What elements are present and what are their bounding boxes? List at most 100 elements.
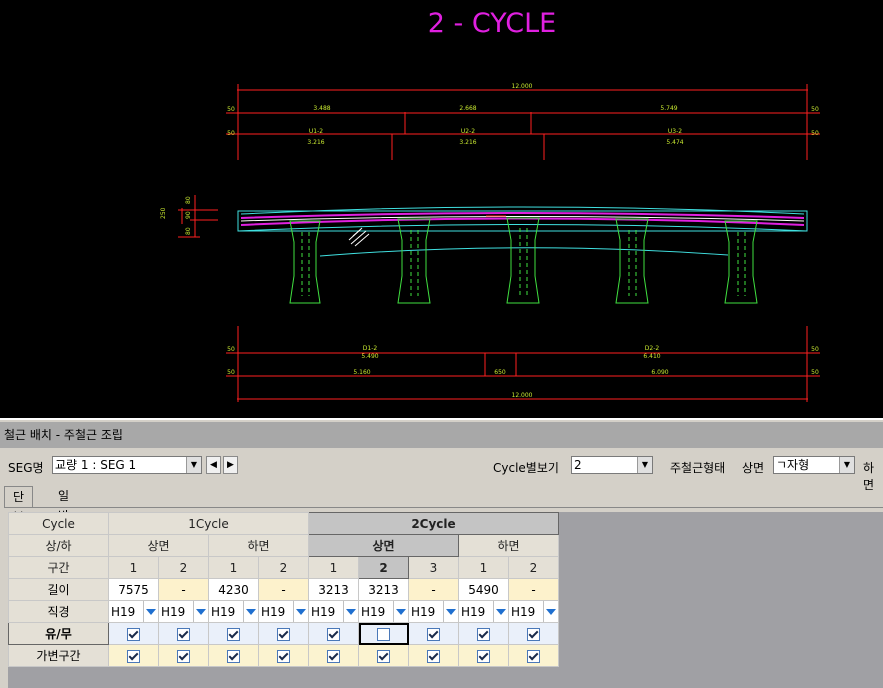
variable-section-cell[interactable] bbox=[508, 644, 559, 667]
dim-top-row1-1: 3.488 bbox=[313, 105, 330, 112]
dropdown-arrow-icon[interactable] bbox=[293, 601, 308, 622]
exists-cell[interactable] bbox=[258, 622, 309, 645]
variable-section-checkbox[interactable] bbox=[427, 649, 440, 663]
diameter-cell[interactable]: H19 bbox=[358, 600, 409, 623]
exists-checkbox[interactable] bbox=[427, 627, 440, 641]
exists-cell[interactable] bbox=[458, 622, 509, 645]
row-header-exists: 유/무 bbox=[8, 622, 109, 645]
row-header-face: 상/하 bbox=[8, 534, 109, 557]
exists-cell[interactable] bbox=[508, 622, 559, 645]
diameter-cell[interactable]: H19 bbox=[208, 600, 259, 623]
variable-section-cell[interactable] bbox=[458, 644, 509, 667]
variable-section-cell[interactable] bbox=[258, 644, 309, 667]
variable-section-cell[interactable] bbox=[408, 644, 459, 667]
dim-u1-name: U1-2 bbox=[309, 128, 323, 135]
chevron-down-icon[interactable]: ▼ bbox=[839, 457, 854, 473]
dim-top-row1-0: 50 bbox=[227, 106, 235, 113]
dropdown-arrow-icon[interactable] bbox=[443, 601, 458, 622]
section-header: 3 bbox=[408, 556, 459, 579]
length-cell[interactable]: 3213 bbox=[308, 578, 359, 601]
section-header: 1 bbox=[108, 556, 159, 579]
exists-checkbox[interactable] bbox=[527, 627, 540, 641]
row-header-length: 길이 bbox=[8, 578, 109, 601]
diameter-cell[interactable]: H19 bbox=[408, 600, 459, 623]
length-cell[interactable]: - bbox=[258, 578, 309, 601]
variable-section-checkbox[interactable] bbox=[127, 649, 140, 663]
exists-cell[interactable] bbox=[108, 622, 159, 645]
exists-checkbox[interactable] bbox=[277, 627, 290, 641]
section-header: 2 bbox=[358, 556, 409, 579]
row-header-section: 구간 bbox=[8, 556, 109, 579]
exists-cell[interactable] bbox=[358, 622, 409, 645]
variable-section-cell[interactable] bbox=[108, 644, 159, 667]
chevron-down-icon[interactable]: ▼ bbox=[186, 457, 201, 473]
diameter-cell[interactable]: H19 bbox=[508, 600, 559, 623]
length-cell[interactable]: 4230 bbox=[208, 578, 259, 601]
variable-section-cell[interactable] bbox=[208, 644, 259, 667]
seg-select-value: 교량 1 : SEG 1 bbox=[55, 458, 137, 472]
dropdown-arrow-icon[interactable] bbox=[143, 601, 158, 622]
exists-checkbox[interactable] bbox=[127, 627, 140, 641]
exists-cell[interactable] bbox=[308, 622, 359, 645]
diameter-cell[interactable]: H19 bbox=[308, 600, 359, 623]
diameter-cell[interactable]: H19 bbox=[258, 600, 309, 623]
variable-section-checkbox[interactable] bbox=[527, 649, 540, 663]
length-cell[interactable]: - bbox=[508, 578, 559, 601]
variable-section-checkbox[interactable] bbox=[177, 649, 190, 663]
dropdown-arrow-icon[interactable] bbox=[543, 601, 558, 622]
cad-drawing-canvas: 2 - CYCLE 12.000 50 3.488 2.668 5.749 50… bbox=[0, 0, 883, 418]
exists-cell[interactable] bbox=[158, 622, 209, 645]
cycle-view-label: Cycle별보기 bbox=[493, 461, 559, 475]
length-cell[interactable]: 3213 bbox=[358, 578, 409, 601]
seg-label: SEG명 bbox=[8, 461, 44, 475]
variable-section-checkbox[interactable] bbox=[327, 649, 340, 663]
exists-checkbox[interactable] bbox=[477, 627, 490, 641]
variable-section-cell[interactable] bbox=[158, 644, 209, 667]
section-header: 2 bbox=[158, 556, 209, 579]
length-cell[interactable]: 7575 bbox=[108, 578, 159, 601]
face-header: 하면 bbox=[458, 534, 559, 557]
seg-select[interactable]: 교량 1 : SEG 1 ▼ bbox=[52, 456, 202, 474]
diameter-cell[interactable]: H19 bbox=[108, 600, 159, 623]
chevron-down-icon[interactable]: ▼ bbox=[637, 457, 652, 473]
tab-end[interactable]: 단부 bbox=[4, 486, 34, 524]
cycle-header-1: 1Cycle bbox=[108, 512, 309, 535]
dim-bot-row2-1: 5.160 bbox=[353, 369, 370, 376]
dim-d2-len: 6.410 bbox=[643, 353, 660, 360]
diameter-cell[interactable]: H19 bbox=[458, 600, 509, 623]
length-cell[interactable]: 5490 bbox=[458, 578, 509, 601]
diameter-cell[interactable]: H19 bbox=[158, 600, 209, 623]
dim-top-row1-4: 50 bbox=[811, 106, 819, 113]
dim-bot-row2-2: 650 bbox=[494, 369, 506, 376]
dropdown-arrow-icon[interactable] bbox=[393, 601, 408, 622]
exists-cell[interactable] bbox=[408, 622, 459, 645]
section-header: 1 bbox=[208, 556, 259, 579]
dim-top-row2-1: 50 bbox=[811, 130, 819, 137]
dropdown-arrow-icon[interactable] bbox=[493, 601, 508, 622]
variable-section-checkbox[interactable] bbox=[477, 649, 490, 663]
exists-checkbox[interactable] bbox=[227, 627, 240, 641]
next-seg-button[interactable]: ▶ bbox=[223, 456, 238, 474]
exists-checkbox[interactable] bbox=[327, 627, 340, 641]
dropdown-arrow-icon[interactable] bbox=[193, 601, 208, 622]
face-header: 상면 bbox=[308, 534, 459, 557]
top-shape-select[interactable]: ㄱ자형 ▼ bbox=[773, 456, 855, 474]
dropdown-arrow-icon[interactable] bbox=[343, 601, 358, 622]
length-cell[interactable]: - bbox=[408, 578, 459, 601]
exists-cell[interactable] bbox=[208, 622, 259, 645]
exists-checkbox[interactable] bbox=[377, 627, 390, 641]
diameter-value: H19 bbox=[461, 604, 486, 619]
dropdown-arrow-icon[interactable] bbox=[243, 601, 258, 622]
variable-section-cell[interactable] bbox=[308, 644, 359, 667]
tab-general[interactable]: 일반부 bbox=[50, 486, 77, 543]
prev-seg-button[interactable]: ◀ bbox=[206, 456, 221, 474]
length-cell[interactable]: - bbox=[158, 578, 209, 601]
rebar-panel: 철근 배치 - 주철근 조립 SEG명 교량 1 : SEG 1 ▼ ◀ ▶ C… bbox=[0, 418, 883, 688]
variable-section-checkbox[interactable] bbox=[277, 649, 290, 663]
face-header: 하면 bbox=[208, 534, 309, 557]
variable-section-cell[interactable] bbox=[358, 644, 409, 667]
exists-checkbox[interactable] bbox=[177, 627, 190, 641]
variable-section-checkbox[interactable] bbox=[377, 649, 390, 663]
variable-section-checkbox[interactable] bbox=[227, 649, 240, 663]
cycle-select[interactable]: 2 ▼ bbox=[571, 456, 653, 474]
